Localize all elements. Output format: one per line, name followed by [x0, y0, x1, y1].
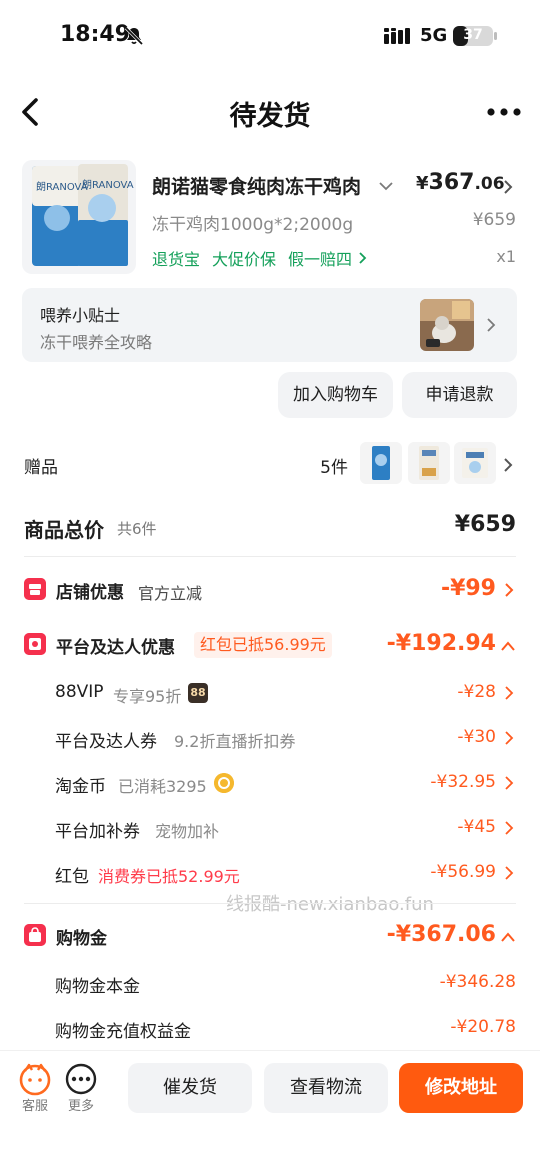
total-value: ¥659 [454, 512, 516, 537]
red-packet-badge: 红包已抵56.99元 [194, 632, 332, 658]
chevron-right-icon [504, 458, 513, 472]
store-discount-sub: 官方立减 [138, 584, 203, 603]
price-integer: 367 [428, 170, 475, 195]
coupon-icon [24, 633, 46, 655]
item-sub: 消费券已抵52.99元 [98, 867, 240, 886]
network-label: 5G [420, 25, 448, 46]
item-amount: -¥28 [457, 682, 496, 702]
shopping-gold-amount: -¥367.06 [386, 922, 496, 947]
item-amount: -¥32.95 [430, 772, 496, 792]
divider [24, 903, 516, 904]
urge-shipping-button[interactable]: 催发货 [128, 1063, 252, 1113]
status-time: 18:49 [60, 22, 131, 47]
item-sub: 专享95折 [113, 687, 182, 706]
chevron-right-icon[interactable] [504, 775, 514, 791]
platform-discount-amount: -¥192.94 [386, 631, 496, 656]
battery-tip [494, 32, 497, 40]
item-sub: 已消耗3295 [118, 777, 207, 796]
item-label: 购物金本金 [55, 977, 140, 997]
product-price: ¥367.06 [416, 170, 505, 195]
customer-service-icon [19, 1063, 51, 1096]
product-bag-image: 朗RANOVA 朗RANOVA [32, 164, 134, 266]
coin-icon [214, 773, 234, 793]
change-address-button[interactable]: 修改地址 [399, 1063, 523, 1113]
gifts-label: 赠品 [24, 458, 58, 478]
more-dots-icon[interactable] [486, 100, 522, 124]
product-brand-text: 朗RANOVA [36, 181, 88, 193]
customer-service-label: 客服 [21, 1099, 48, 1114]
svg-text:朗RANOVA: 朗RANOVA [82, 179, 134, 191]
price-currency: ¥ [416, 173, 429, 194]
store-discount-label: 店铺优惠 [56, 583, 124, 603]
chevron-right-icon[interactable] [504, 730, 514, 746]
service-tag-price-protect[interactable]: 大促价保 [212, 246, 276, 270]
chevron-right-icon[interactable] [504, 820, 514, 836]
item-label: 购物金充值权益金 [55, 1022, 191, 1042]
bottom-action-bar: 客服 更多 催发货 查看物流 修改地址 [0, 1050, 540, 1170]
gift-image [360, 442, 402, 484]
gift-image [408, 442, 450, 484]
vip-badge-icon: 88 [188, 683, 208, 703]
chevron-down-icon[interactable] [378, 180, 394, 192]
item-amount: -¥56.99 [430, 862, 496, 882]
total-label: 商品总价 [24, 518, 104, 542]
shopping-bag-icon [24, 924, 46, 946]
quantity: x1 [496, 247, 516, 266]
item-amount: -¥30 [457, 727, 496, 747]
price-decimal: .06 [474, 174, 505, 194]
service-tags[interactable]: 退货宝 大促价保 假一赔四 [152, 246, 368, 270]
item-amount: -¥346.28 [439, 972, 516, 992]
item-label: 88VIP [55, 682, 104, 702]
item-sub: 宠物加补 [155, 822, 220, 841]
item-amount: -¥45 [457, 817, 496, 837]
item-label: 平台加补券 [55, 822, 140, 842]
product-name[interactable]: 朗诺猫零食纯肉冻干鸡肉 [152, 172, 374, 199]
chevron-right-icon[interactable] [504, 685, 514, 701]
status-bar: 18:49 5G 37 [0, 0, 540, 72]
item-label: 淘金币 [55, 777, 106, 797]
item-label: 红包 [55, 867, 89, 887]
chevron-up-icon[interactable] [500, 931, 516, 943]
chevron-right-icon[interactable] [504, 865, 514, 881]
original-price: ¥659 [472, 210, 516, 230]
service-tag-authentic[interactable]: 假一赔四 [288, 246, 352, 270]
request-refund-button[interactable]: 申请退款 [402, 372, 517, 418]
page-title: 待发货 [229, 101, 311, 132]
chevron-right-icon[interactable] [358, 251, 368, 265]
feeding-tips-card[interactable]: 喂养小贴士 冻干喂养全攻略 [22, 288, 517, 362]
gift-image [454, 442, 496, 484]
item-sub: 9.2折直播折扣券 [174, 732, 296, 751]
product-image[interactable]: 朗RANOVA 朗RANOVA [22, 160, 136, 274]
nav-bar: 待发货 [0, 80, 540, 144]
chevron-right-icon[interactable] [502, 178, 514, 196]
bell-off-icon [124, 26, 144, 46]
shopping-gold-label: 购物金 [56, 929, 107, 949]
view-logistics-button[interactable]: 查看物流 [264, 1063, 388, 1113]
product-spec: 冻干鸡肉1000g*2;2000g [152, 215, 354, 235]
chevron-up-icon[interactable] [500, 640, 516, 652]
total-row: 商品总价 共6件 ¥659 [0, 506, 540, 550]
gifts-row[interactable]: 赠品 5件 [0, 440, 540, 490]
store-discount-amount: -¥99 [440, 576, 496, 601]
item-label: 平台及达人券 [55, 732, 157, 752]
divider [24, 556, 516, 557]
signal-icon [384, 28, 410, 44]
store-icon [24, 578, 46, 600]
gifts-count: 5件 [320, 458, 348, 478]
battery-level: 37 [463, 27, 483, 43]
platform-discount-label: 平台及达人优惠 [56, 638, 175, 658]
total-count: 共6件 [117, 520, 157, 538]
battery-icon: 37 [453, 26, 493, 46]
tips-subtitle: 冻干喂养全攻略 [40, 333, 153, 352]
more-label: 更多 [67, 1099, 94, 1114]
tips-image [420, 299, 474, 351]
add-to-cart-button[interactable]: 加入购物车 [278, 372, 393, 418]
chevron-right-icon[interactable] [504, 582, 514, 598]
tips-title: 喂养小贴士 [40, 306, 121, 325]
more-circle-icon [65, 1063, 97, 1095]
service-tag-return[interactable]: 退货宝 [152, 246, 200, 270]
chevron-right-icon [487, 318, 496, 332]
item-amount: -¥20.78 [450, 1017, 516, 1037]
